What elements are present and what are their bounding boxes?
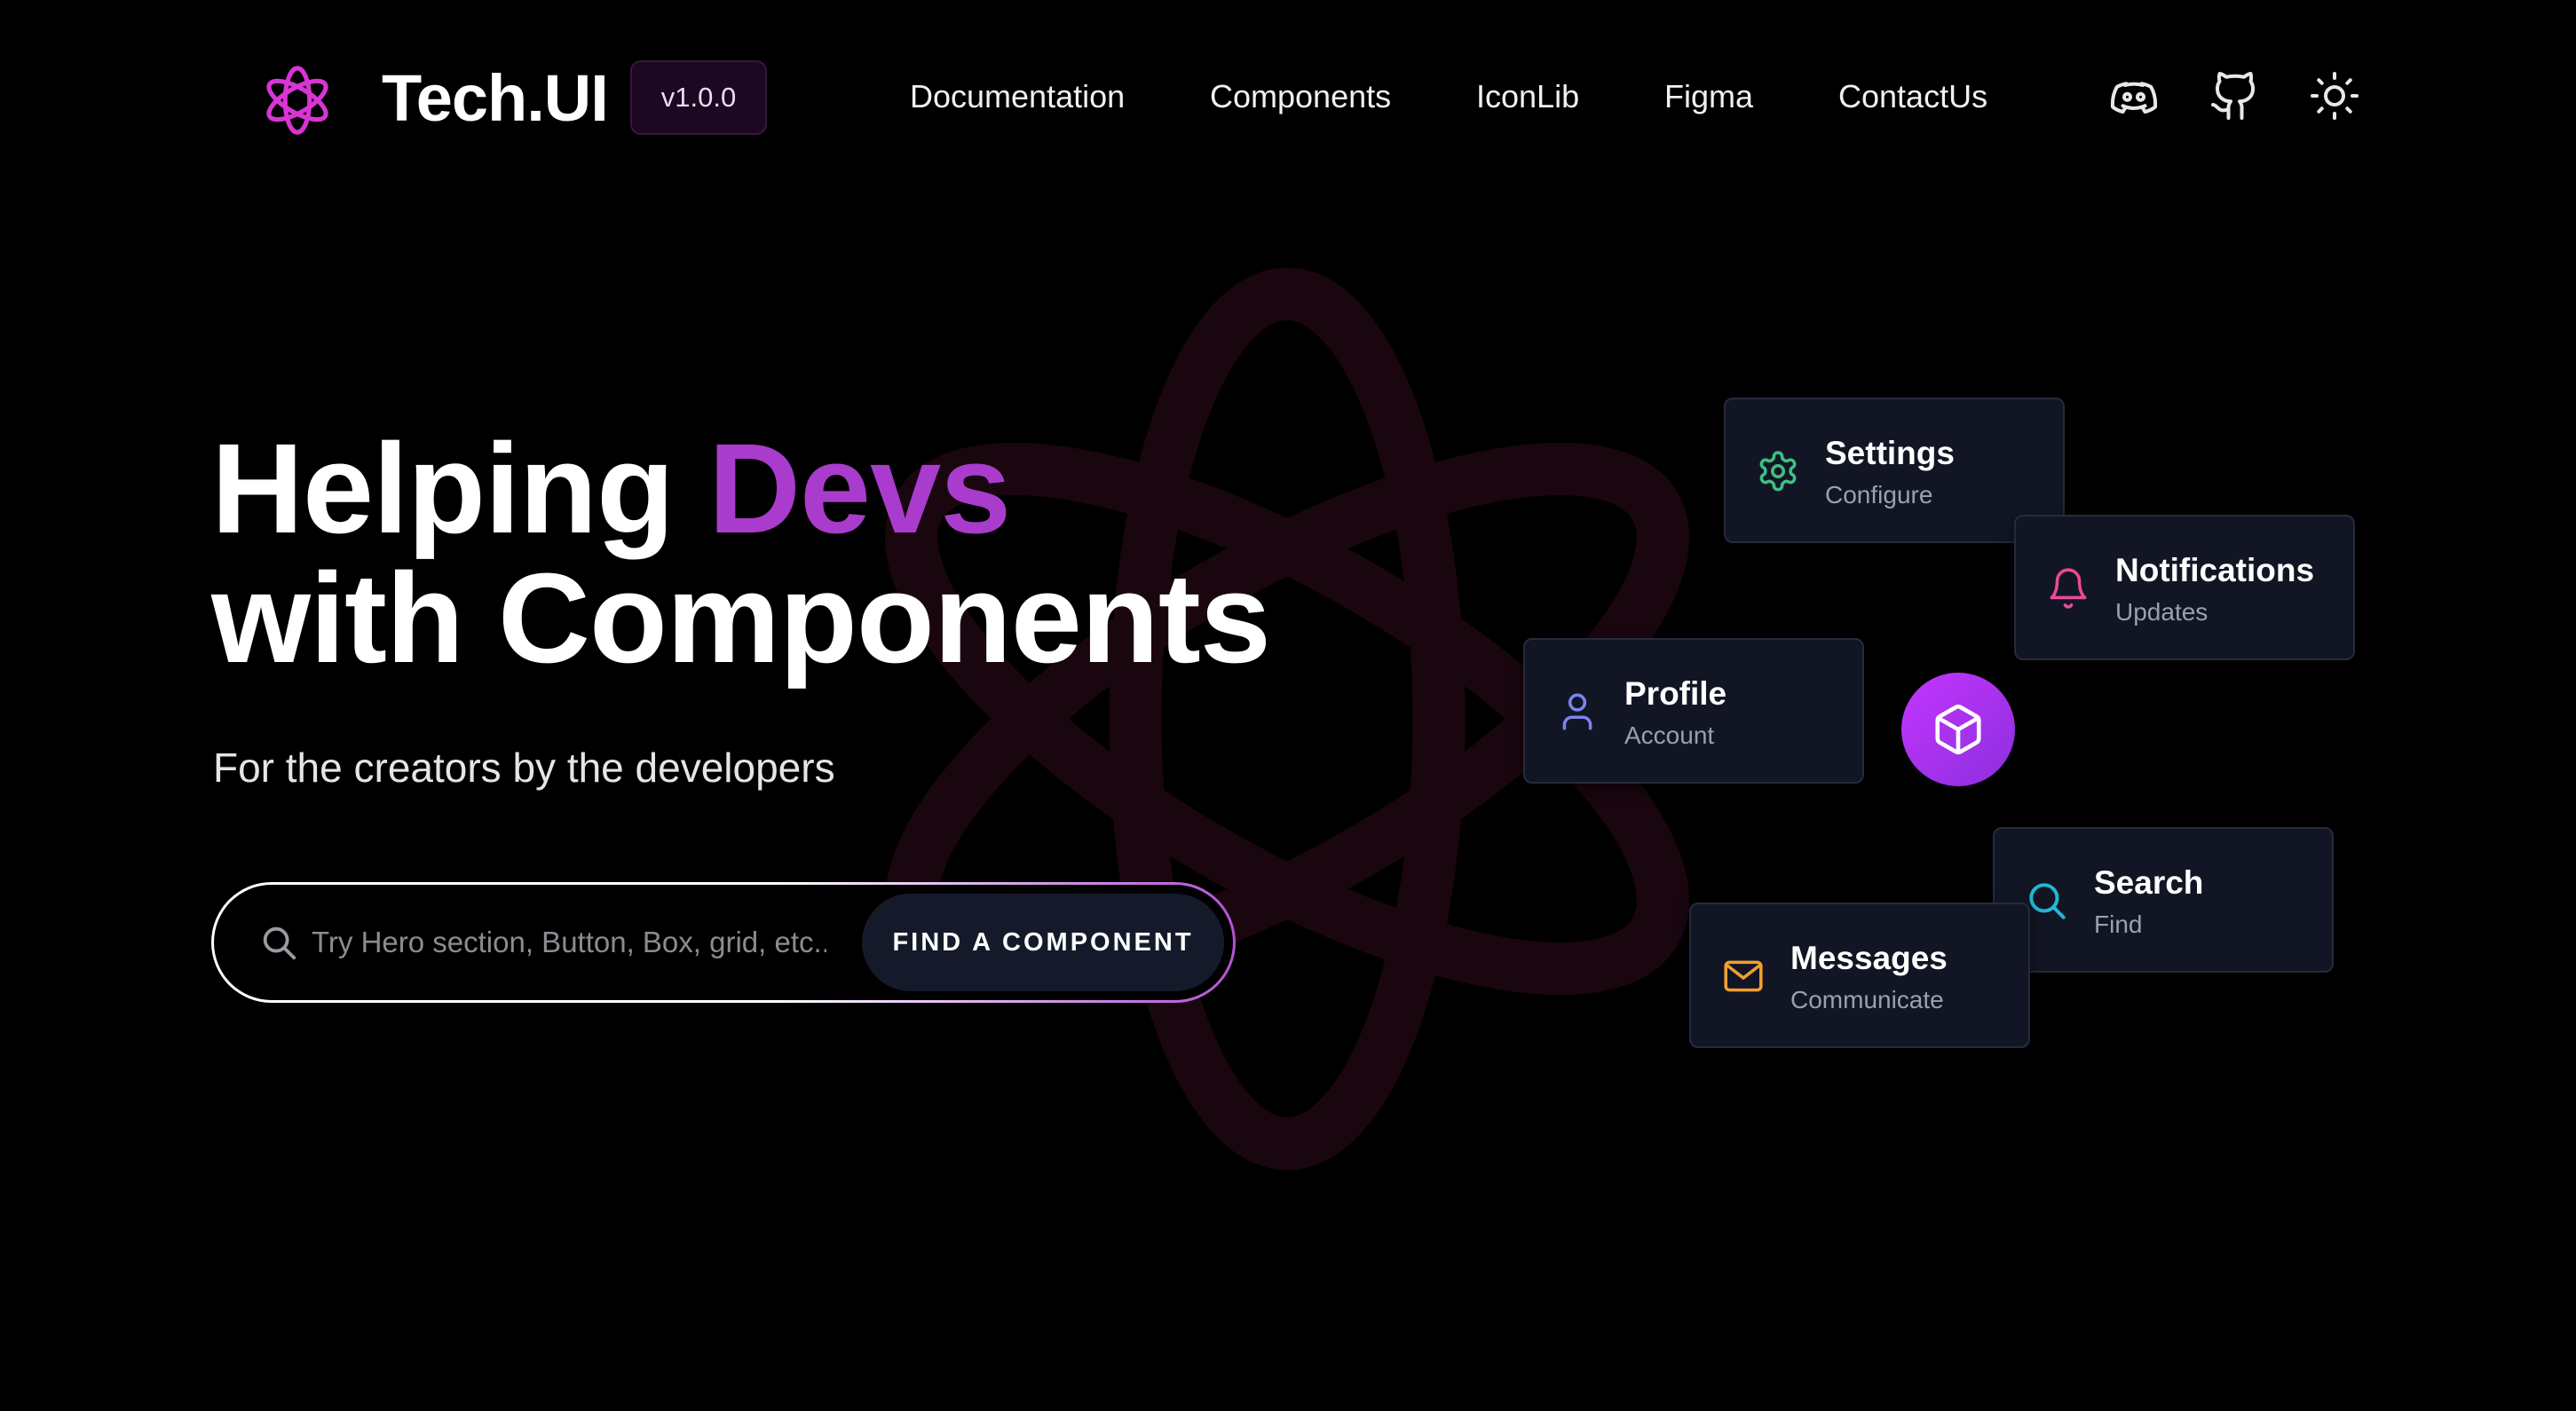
search-icon <box>263 926 296 960</box>
card-profile[interactable]: Profile Account <box>1523 638 1864 784</box>
cube-badge[interactable] <box>1901 673 2015 786</box>
card-notifications-subtitle: Updates <box>2115 598 2209 626</box>
hero-title-line2: with Components <box>211 547 1271 690</box>
mail-icon <box>1724 960 1763 992</box>
hero-subtitle: For the creators by the developers <box>213 745 835 791</box>
search-bar-inner: FIND A COMPONENT <box>214 885 1233 1000</box>
card-notifications-title: Notifications <box>2115 552 2315 588</box>
card-search-subtitle: Find <box>2094 910 2143 938</box>
component-search-bar: FIND A COMPONENT <box>211 882 1236 1003</box>
hero-title-part1: Helping <box>211 417 708 560</box>
page: Tech.UI v1.0.0 Documentation Components … <box>0 0 2576 1411</box>
hero-title: Helping Devs with Components <box>211 424 1271 683</box>
cube-icon <box>1935 704 1981 755</box>
hero-title-accent: Devs <box>707 417 1011 560</box>
github-icon[interactable] <box>2209 69 2262 122</box>
card-messages-title: Messages <box>1790 940 1948 976</box>
card-messages-subtitle: Communicate <box>1790 986 1944 1013</box>
search-icon <box>2029 883 2066 919</box>
nav-documentation[interactable]: Documentation <box>910 76 1125 117</box>
find-component-button[interactable]: FIND A COMPONENT <box>862 894 1224 991</box>
card-settings-subtitle: Configure <box>1825 481 1933 508</box>
logo-icon[interactable] <box>259 62 336 138</box>
nav-iconlib[interactable]: IconLib <box>1476 76 1579 117</box>
discord-icon[interactable] <box>2107 69 2161 122</box>
card-search-title: Search <box>2094 864 2204 901</box>
card-profile-subtitle: Account <box>1624 721 1715 749</box>
version-badge: v1.0.0 <box>630 60 767 135</box>
nav-components[interactable]: Components <box>1210 76 1391 117</box>
nav-contactus[interactable]: ContactUs <box>1838 76 1987 117</box>
card-profile-title: Profile <box>1624 675 1727 712</box>
user-icon <box>1562 693 1592 730</box>
card-settings-title: Settings <box>1825 435 1955 471</box>
site-header: Tech.UI v1.0.0 Documentation Components … <box>0 0 2576 195</box>
gear-icon <box>1759 451 1797 492</box>
nav-figma[interactable]: Figma <box>1664 76 1753 117</box>
brand-name[interactable]: Tech.UI <box>382 59 609 138</box>
card-notifications[interactable]: Notifications Updates <box>2014 515 2355 660</box>
card-search[interactable]: Search Find <box>1993 827 2334 973</box>
bell-icon <box>2050 568 2087 609</box>
sun-icon[interactable] <box>2308 69 2361 122</box>
card-messages[interactable]: Messages Communicate <box>1689 903 2030 1048</box>
search-input[interactable] <box>312 911 826 974</box>
